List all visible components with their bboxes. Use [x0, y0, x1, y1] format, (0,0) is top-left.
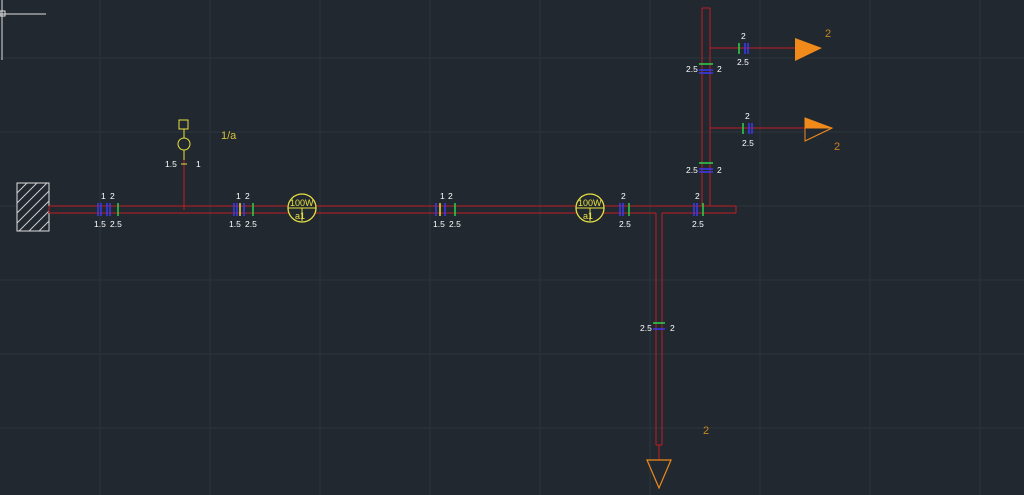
- cad-drawing-canvas[interactable]: 1/a 1.5 1 100W a1 100W a1 1 2 1.5 2.5 1 …: [0, 0, 1024, 495]
- cable-label: 2: [621, 191, 626, 201]
- cable-label: 2: [741, 31, 746, 41]
- down-branch-marker: [653, 322, 665, 330]
- cable-label: 2: [695, 191, 700, 201]
- cable-label: 2.5: [692, 219, 704, 229]
- cable-label: 2.5: [619, 219, 631, 229]
- cable-label: 2.5: [742, 138, 754, 148]
- socket-tag: a1: [583, 211, 593, 221]
- cable-label: 2.5: [110, 219, 122, 229]
- circuit-label: 2: [703, 425, 709, 437]
- riser-marker-lower: [699, 162, 713, 173]
- light-fixture[interactable]: [177, 119, 191, 160]
- cable-label: 2: [717, 64, 722, 74]
- cable-label: 1.5: [229, 219, 241, 229]
- light-label: 1/a: [221, 130, 237, 142]
- cable-label: 2: [245, 191, 250, 201]
- light-cable-right: 1: [196, 159, 201, 169]
- cable-marker-4: [619, 203, 630, 216]
- cable-label: 2.5: [686, 165, 698, 175]
- cable-marker-1: [97, 203, 119, 216]
- circuit-arrow-down[interactable]: [646, 459, 672, 490]
- cable-label: 1: [440, 191, 445, 201]
- socket-outlet-2[interactable]: 100W a1: [575, 193, 605, 223]
- distribution-panel[interactable]: [16, 182, 50, 232]
- circuit-label: 2: [825, 28, 831, 40]
- cable-label: 2: [717, 165, 722, 175]
- cable-label: 2: [745, 111, 750, 121]
- cable-marker-3: [435, 203, 456, 216]
- main-conduit[interactable]: [48, 205, 737, 214]
- cable-label: 2: [448, 191, 453, 201]
- cable-label: 1: [101, 191, 106, 201]
- cable-label: 1.5: [94, 219, 106, 229]
- socket-tag: a1: [295, 211, 305, 221]
- riser-conduit-down[interactable]: [655, 213, 663, 460]
- grid: [0, 0, 1024, 495]
- cable-label: 2: [110, 191, 115, 201]
- cable-label: 2.5: [245, 219, 257, 229]
- socket-outlet-1[interactable]: 100W a1: [287, 193, 317, 223]
- riser-conduit-up[interactable]: [701, 7, 711, 206]
- socket-power: 100W: [290, 198, 314, 208]
- cable-label: 2.5: [737, 57, 749, 67]
- cable-label: 2.5: [640, 323, 652, 333]
- cable-label: 2: [670, 323, 675, 333]
- circuit-label: 2: [834, 141, 840, 153]
- cable-label: 2.5: [449, 219, 461, 229]
- cable-marker-2: [233, 203, 254, 216]
- ucs-crosshair-icon: [0, 0, 46, 60]
- cable-label: 2.5: [686, 64, 698, 74]
- cable-label: 1.5: [433, 219, 445, 229]
- cable-label: 1: [236, 191, 241, 201]
- socket-power: 100W: [578, 198, 602, 208]
- light-cable-left: 1.5: [165, 159, 177, 169]
- riser-marker-upper: [699, 63, 713, 74]
